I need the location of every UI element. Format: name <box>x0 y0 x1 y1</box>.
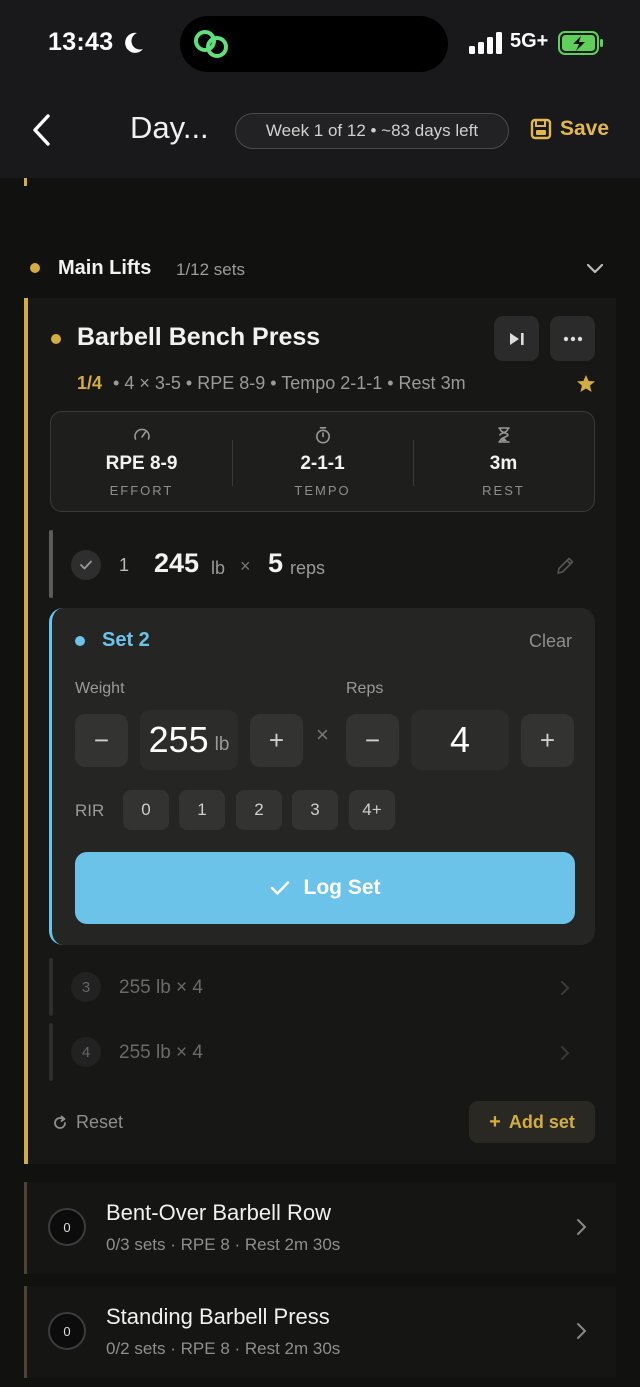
set-row-indicator <box>49 958 53 1016</box>
exercise-status-dot <box>51 334 61 344</box>
stat-label: REST <box>482 483 525 498</box>
log-set-button[interactable]: Log Set <box>75 852 575 924</box>
more-options-button[interactable] <box>550 316 595 361</box>
chevron-right-icon[interactable] <box>558 980 572 996</box>
stat-rest: 3m REST <box>413 412 594 511</box>
reset-label: Reset <box>76 1112 124 1132</box>
set-reps: 5 <box>268 548 284 578</box>
stat-label: TEMPO <box>294 483 351 498</box>
set-times: × <box>240 556 251 576</box>
program-progress-pill: Week 1 of 12 • ~83 days left <box>235 113 509 149</box>
edit-pencil-icon[interactable] <box>554 555 576 577</box>
exercise-set-count-badge: 0 <box>48 1208 86 1246</box>
exercise-prescription: • 4 × 3-5 • RPE 8-9 • Tempo 2-1-1 • Rest… <box>113 373 466 393</box>
weight-unit: lb <box>214 734 230 755</box>
weight-decrease-button[interactable]: − <box>75 714 128 767</box>
stopwatch-icon <box>315 427 330 444</box>
stat-label: EFFORT <box>109 483 174 498</box>
page-title: Day... <box>130 110 209 145</box>
status-time: 13:43 <box>48 28 114 56</box>
link-app-icon <box>194 30 228 58</box>
add-set-button[interactable]: + Add set <box>469 1101 595 1143</box>
exercise-name: Bent-Over Barbell Row <box>106 1200 331 1225</box>
exercise-title: Barbell Bench Press <box>77 323 321 351</box>
stat-value: 3m <box>489 453 518 474</box>
stat-effort: RPE 8-9 EFFORT <box>51 412 232 511</box>
weight-field[interactable]: 255 lb <box>140 710 238 770</box>
pending-set-text[interactable]: 255 lb × 4 <box>119 977 203 999</box>
reps-field[interactable]: 4 <box>411 710 509 770</box>
reps-increase-button[interactable]: + <box>521 714 574 767</box>
stat-tempo: 2-1-1 TEMPO <box>232 412 413 511</box>
section-set-count: 1/12 sets <box>176 260 245 279</box>
reps-decrease-button[interactable]: − <box>346 714 399 767</box>
rir-option-4plus[interactable]: 4+ <box>349 790 395 830</box>
exercise-meta: 0/2 sets · RPE 8 · Rest 2m 30s <box>106 1339 341 1358</box>
plus-icon: + <box>489 1110 501 1133</box>
set-number-badge: 4 <box>71 1037 101 1067</box>
reps-label: Reps <box>346 680 384 697</box>
set-weight-unit: lb <box>211 558 226 578</box>
skip-next-icon <box>509 332 524 345</box>
section-dot <box>30 263 40 273</box>
clear-button[interactable]: Clear <box>529 631 572 652</box>
check-icon <box>270 881 289 895</box>
add-set-label: Add set <box>508 1111 575 1132</box>
chevron-right-icon[interactable] <box>574 1218 588 1236</box>
reset-button[interactable]: Reset <box>52 1112 123 1133</box>
exercise-set-count-badge: 0 <box>48 1312 86 1350</box>
reps-value: 4 <box>449 719 471 760</box>
exercise-name: Standing Barbell Press <box>106 1304 330 1329</box>
moon-icon <box>125 32 143 53</box>
hourglass-icon <box>497 427 510 443</box>
exercise-progress: 1/4 <box>77 373 103 393</box>
exercise-stats-panel: RPE 8-9 EFFORT 2-1-1 TEMPO 3m REST <box>50 411 595 512</box>
stat-value: 2-1-1 <box>300 453 345 474</box>
more-dots-icon <box>563 336 582 341</box>
collapse-chevron-icon[interactable] <box>584 260 606 278</box>
rir-option-0[interactable]: 0 <box>123 790 169 830</box>
chevron-right-icon[interactable] <box>574 1322 588 1340</box>
set-row-indicator <box>49 530 53 598</box>
chevron-right-icon[interactable] <box>558 1045 572 1061</box>
weight-label: Weight <box>75 680 125 697</box>
signal-icon <box>469 32 502 54</box>
exercise-meta: 1/4 • 4 × 3-5 • RPE 8-9 • Tempo 2-1-1 • … <box>77 373 466 394</box>
exercise-row[interactable] <box>24 1182 616 1274</box>
card-edge-remnant <box>24 178 27 186</box>
gauge-icon <box>133 428 150 440</box>
set-number: 1 <box>119 555 130 575</box>
network-label: 5G+ <box>510 30 549 52</box>
star-icon[interactable] <box>576 374 596 394</box>
section-title: Main Lifts <box>58 257 152 279</box>
skip-button[interactable] <box>494 316 539 361</box>
save-button[interactable]: Save <box>530 117 609 141</box>
weight-value: 255 <box>148 719 209 760</box>
set-row-indicator <box>49 1023 53 1081</box>
set-weight: 245 <box>154 548 200 578</box>
set-complete-badge <box>71 550 101 580</box>
back-chevron-icon[interactable] <box>28 112 56 148</box>
rir-option-3[interactable]: 3 <box>292 790 338 830</box>
log-set-label: Log Set <box>303 876 381 899</box>
active-set-title: Set 2 <box>102 629 150 651</box>
floppy-disk-icon <box>530 118 552 140</box>
pending-set-text[interactable]: 255 lb × 4 <box>119 1042 203 1064</box>
rir-option-1[interactable]: 1 <box>179 790 225 830</box>
save-label: Save <box>560 117 610 140</box>
times-sign: × <box>316 722 329 747</box>
battery-charging-icon <box>558 31 603 55</box>
set-reps-unit: reps <box>290 558 326 578</box>
stat-value: RPE 8-9 <box>105 453 178 474</box>
rir-option-2[interactable]: 2 <box>236 790 282 830</box>
set-number-badge: 3 <box>71 972 101 1002</box>
rir-label: RIR <box>75 801 105 820</box>
active-set-dot <box>75 636 85 646</box>
check-icon <box>80 560 92 570</box>
reset-icon <box>54 1115 66 1129</box>
exercise-meta: 0/3 sets · RPE 8 · Rest 2m 30s <box>106 1235 341 1254</box>
weight-increase-button[interactable]: + <box>250 714 303 767</box>
exercise-row[interactable] <box>24 1286 616 1378</box>
